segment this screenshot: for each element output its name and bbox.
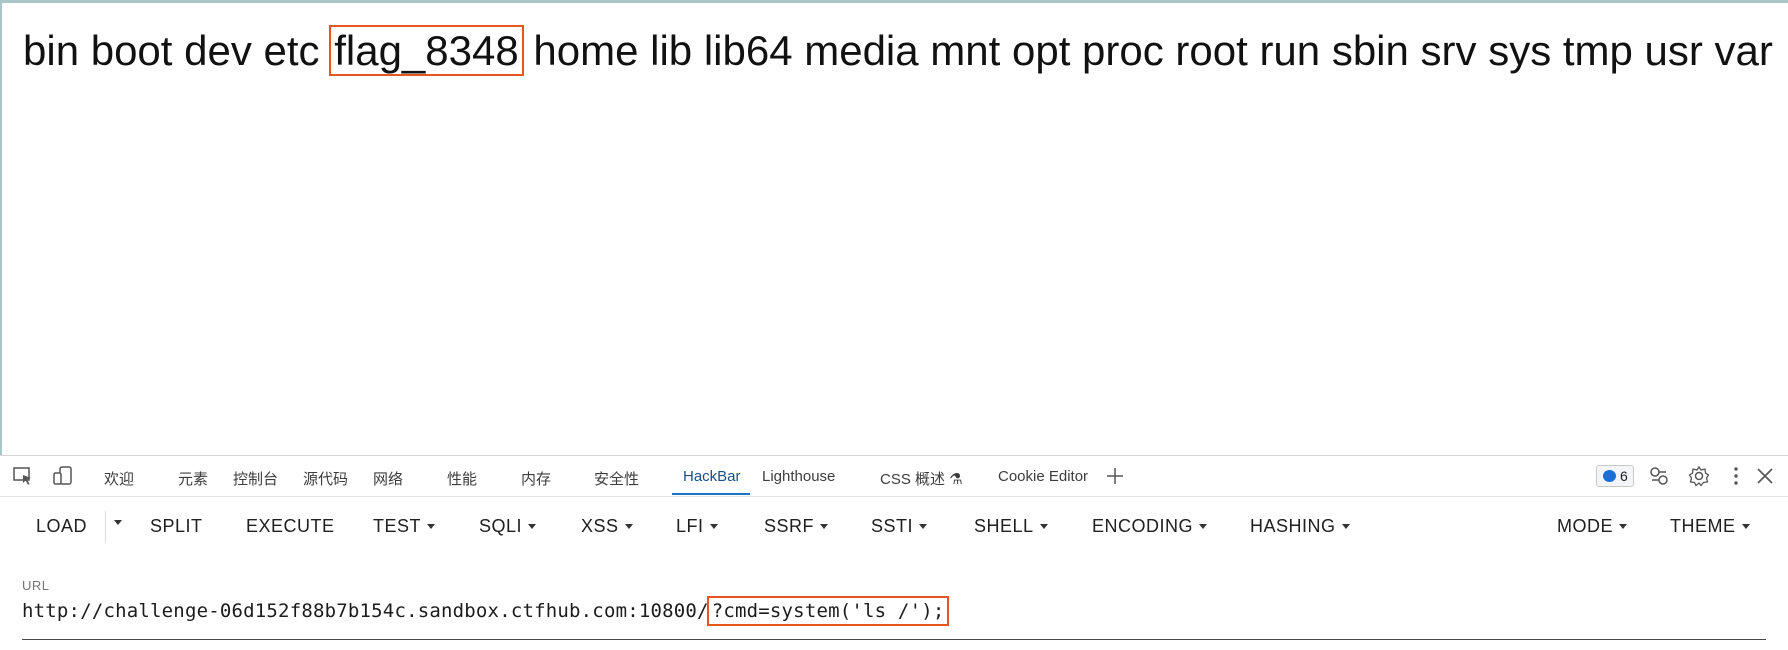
chevron-down-icon [919,524,928,529]
ssti-menu-label: SSTI [871,516,914,536]
hashing-menu[interactable]: HASHING [1250,516,1350,537]
active-tab-indicator [672,493,750,495]
theme-menu-label: THEME [1670,516,1736,536]
output-text-before: bin boot dev etc [23,27,320,74]
issues-icon [1603,470,1616,482]
device-emulation-icon[interactable] [52,465,74,487]
tab-elements[interactable]: 元素 [178,468,208,489]
tab-cookie-editor[interactable]: Cookie Editor [998,468,1088,485]
url-query-highlight: ?cmd=system('ls /'); [706,596,950,626]
chevron-down-icon [1341,524,1350,529]
tab-network[interactable]: 网络 [373,468,403,489]
command-output: bin boot dev etc flag_8348 home lib lib6… [23,25,1783,77]
shell-menu-label: SHELL [974,516,1034,536]
url-input-underline [22,639,1766,640]
chevron-down-icon [820,524,829,529]
devtools-panel: 欢迎 元素 控制台 源代码 网络 性能 内存 安全性 HackBar Light… [0,455,1788,650]
tab-hackbar[interactable]: HackBar [683,468,741,485]
tab-css-overview[interactable]: CSS 概述 ⚗ [880,468,963,489]
flag-directory-highlight: flag_8348 [329,25,524,76]
hashing-menu-label: HASHING [1250,516,1336,536]
chevron-down-icon [1619,524,1627,529]
url-field-label: URL [22,578,50,593]
tab-console[interactable]: 控制台 [233,468,278,489]
encoding-menu[interactable]: ENCODING [1092,516,1208,537]
add-tab-icon[interactable] [1104,465,1126,487]
url-input[interactable]: http://challenge-06d152f88b7b154c.sandbo… [22,596,950,626]
settings-icon[interactable] [1688,465,1710,487]
issues-count: 6 [1620,468,1628,484]
close-icon[interactable] [1754,465,1776,487]
shell-menu[interactable]: SHELL [974,516,1048,537]
execute-button[interactable]: EXECUTE [246,516,335,537]
chevron-down-icon [528,524,537,529]
inspect-icon[interactable] [12,465,34,487]
theme-menu[interactable]: THEME [1670,516,1750,537]
more-icon[interactable] [1725,465,1747,487]
chevron-down-icon [114,520,122,525]
ssrf-menu-label: SSRF [764,516,815,536]
tab-sources[interactable]: 源代码 [303,468,348,489]
share-icon[interactable] [1648,465,1670,487]
ssrf-menu[interactable]: SSRF [764,516,829,537]
lfi-menu[interactable]: LFI [676,516,718,537]
mode-menu-label: MODE [1557,516,1613,536]
issues-badge[interactable]: 6 [1596,465,1634,487]
chevron-down-icon [427,524,436,529]
ssti-menu[interactable]: SSTI [871,516,928,537]
toolbar-divider [105,511,106,543]
chevron-down-icon [709,524,718,529]
sqli-menu[interactable]: SQLI [479,516,537,537]
output-text-after: home lib lib64 media mnt opt proc root r… [533,27,1773,74]
hackbar-toolbar: LOAD SPLIT EXECUTE TEST SQLI XSS LFI SSR… [0,506,1788,546]
split-button[interactable]: SPLIT [150,516,203,537]
encoding-menu-label: ENCODING [1092,516,1194,536]
tab-lighthouse[interactable]: Lighthouse [762,468,835,485]
test-menu[interactable]: TEST [373,516,436,537]
tab-performance[interactable]: 性能 [447,468,477,489]
page-viewport: bin boot dev etc flag_8348 home lib lib6… [0,0,1788,455]
lfi-menu-label: LFI [676,516,704,536]
load-button[interactable]: LOAD [36,516,87,537]
tab-security[interactable]: 安全性 [594,468,639,489]
chevron-down-icon [1741,524,1750,529]
mode-menu[interactable]: MODE [1557,516,1627,537]
test-menu-label: TEST [373,516,422,536]
tab-memory[interactable]: 内存 [521,468,551,489]
xss-menu[interactable]: XSS [581,516,633,537]
chevron-down-icon [624,524,633,529]
devtools-tabbar: 欢迎 元素 控制台 源代码 网络 性能 内存 安全性 HackBar Light… [0,456,1788,497]
xss-menu-label: XSS [581,516,619,536]
chevron-down-icon [1039,524,1048,529]
url-base-text: http://challenge-06d152f88b7b154c.sandbo… [22,600,709,622]
chevron-down-icon [1199,524,1208,529]
load-dropdown-toggle[interactable] [108,512,122,533]
tab-welcome[interactable]: 欢迎 [104,468,134,489]
sqli-menu-label: SQLI [479,516,523,536]
